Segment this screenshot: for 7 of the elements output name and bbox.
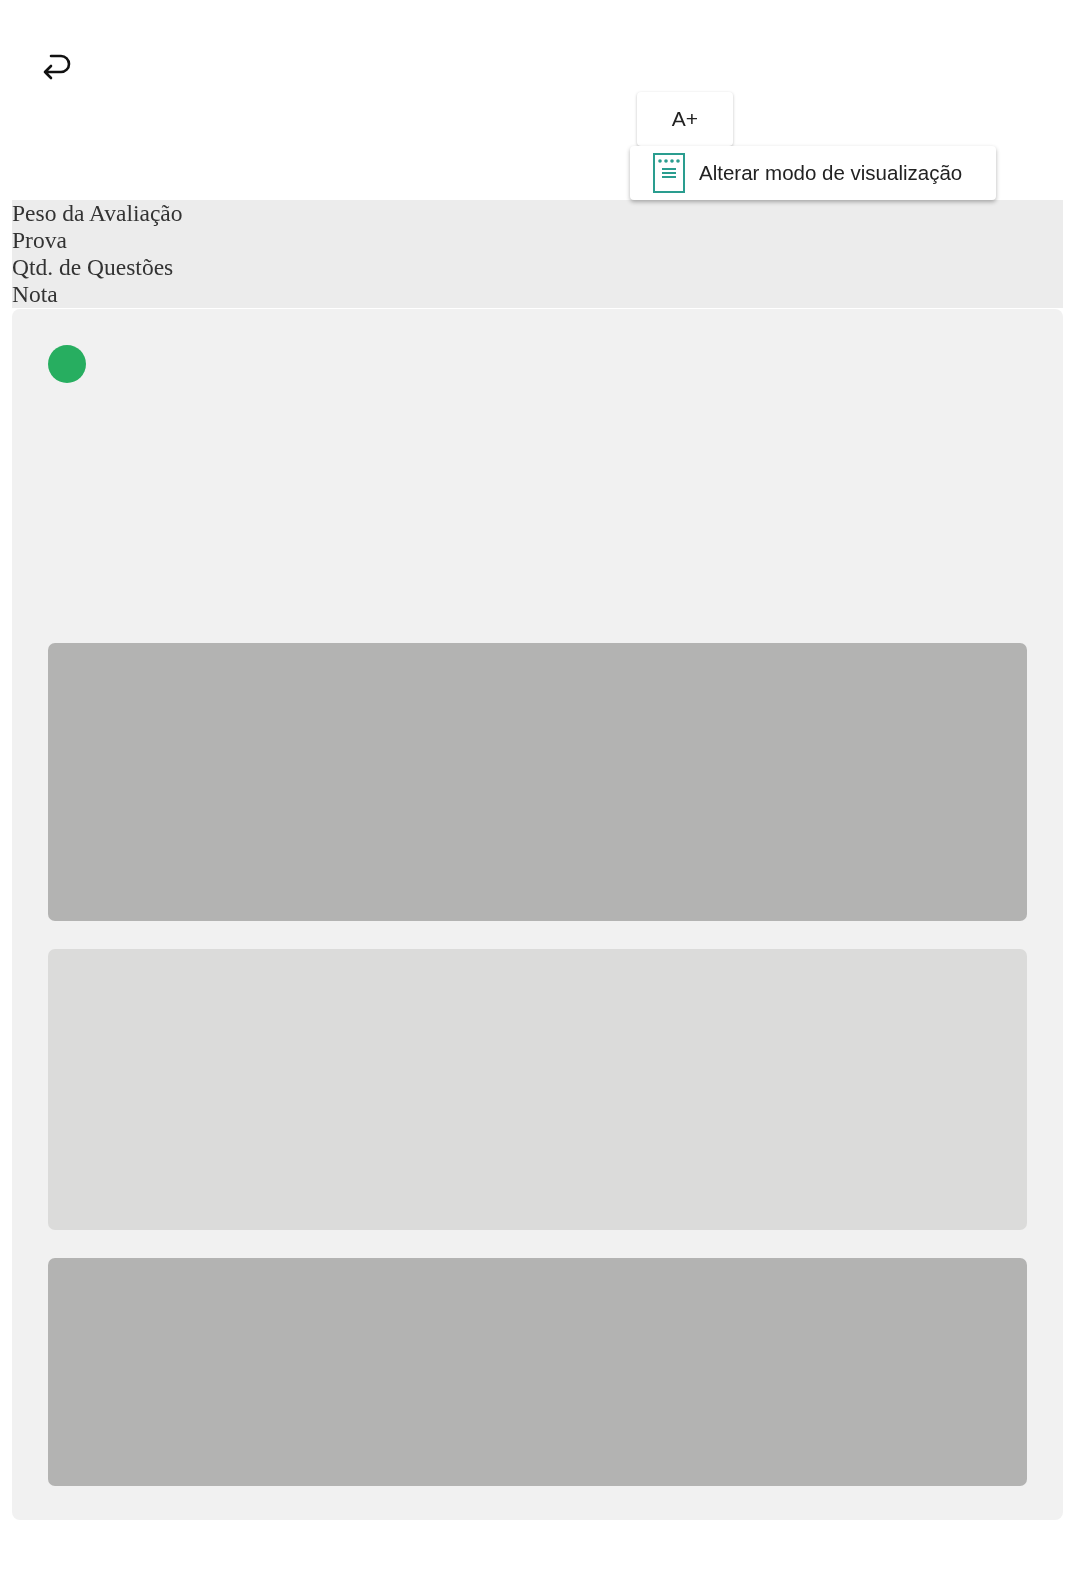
header-label: Prova (12, 227, 68, 254)
view-mode-button[interactable]: Alterar modo de visualização (630, 146, 996, 200)
header-label: Nota (12, 281, 59, 308)
font-size-button[interactable]: A+ (637, 92, 733, 146)
header-label: Peso da Avaliação (12, 200, 184, 227)
document-icon (653, 153, 685, 193)
header-label: Qtd. de Questões (12, 254, 175, 281)
